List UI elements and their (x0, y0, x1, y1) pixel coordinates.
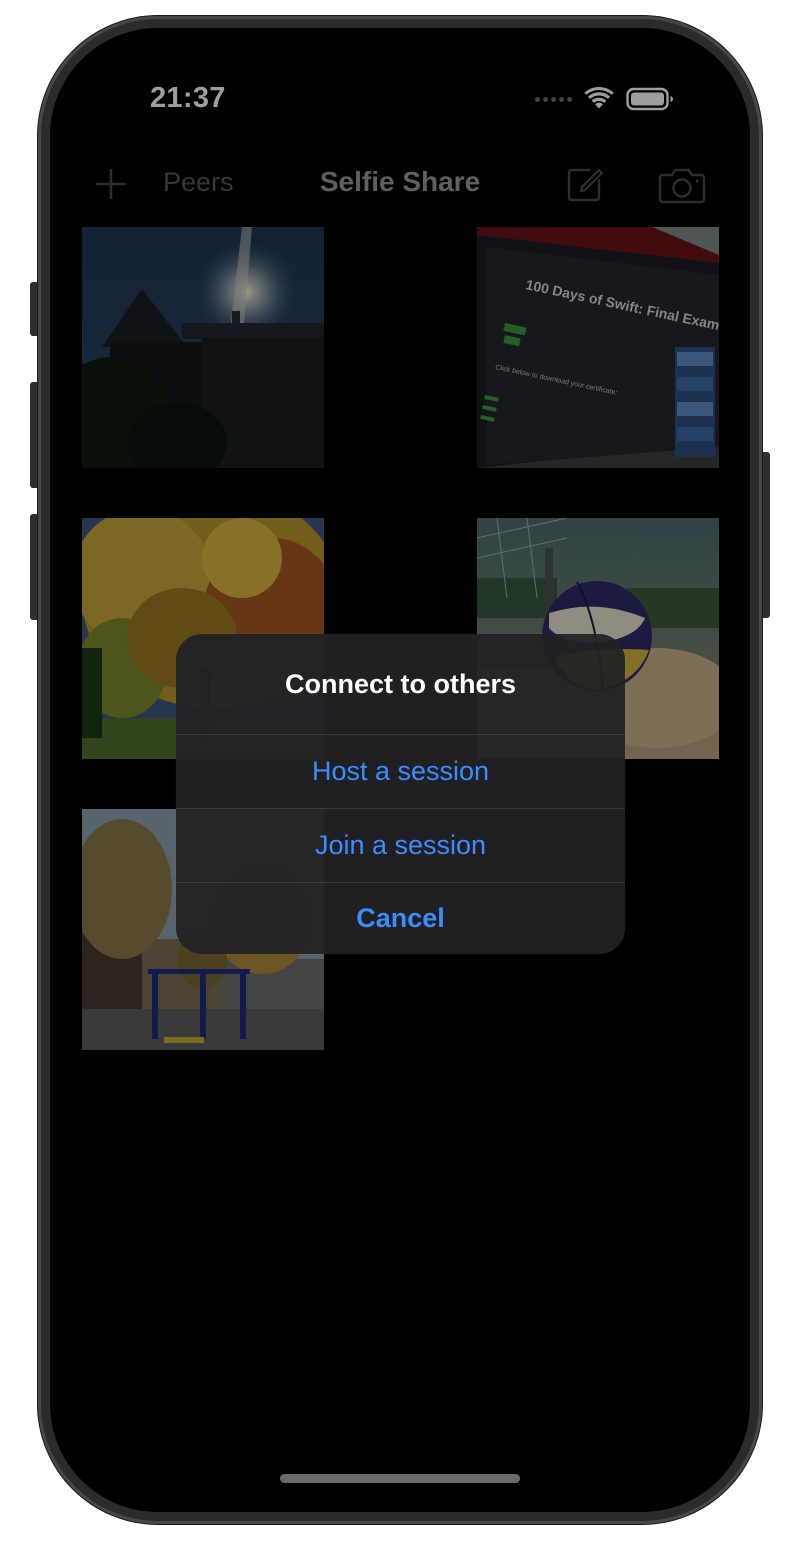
alert-title: Connect to others (284, 668, 516, 699)
home-indicator[interactable] (280, 1474, 520, 1483)
host-session-button[interactable]: Host a session (176, 734, 625, 808)
connect-alert: Connect to others Host a session Join a … (176, 634, 625, 954)
phone-screen: 21:37 Peers Selfie Share 100 Days of Swi… (50, 28, 750, 1512)
cancel-button[interactable]: Cancel (176, 882, 625, 954)
join-session-button[interactable]: Join a session (176, 808, 625, 882)
